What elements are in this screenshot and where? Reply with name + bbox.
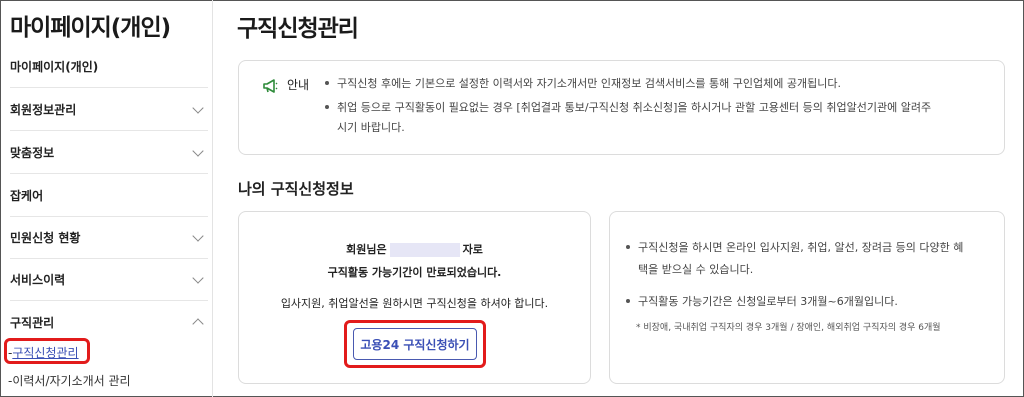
notice-line: 취업 등으로 구직활동이 필요없는 경우 [취업결과 통보/구직신청 취소신청]… [325, 98, 931, 118]
info-text: 구직활동 가능기간은 신청일로부터 3개월~6개월입니다. [638, 295, 898, 308]
status-line-1: 회원님은 자로 [239, 241, 590, 257]
status-line-3: 입사지원, 취업알선을 원하시면 구직신청을 하셔야 합니다. [280, 297, 549, 310]
info-line: 구직활동 가능기간은 신청일로부터 3개월~6개월입니다. [626, 292, 898, 312]
subitem-label: 구직신청관리 [12, 346, 79, 360]
notice-box: 안내 구직신청 후에는 기본으로 설정한 이력서와 자기소개서만 인재정보 검색… [238, 60, 1005, 155]
info-line: 구직신청을 하시면 온라인 입사지원, 취업, 알선, 장려금 등의 다양한 혜 [626, 238, 963, 258]
chevron-down-icon [192, 144, 204, 157]
notice-label: 안내 [287, 78, 310, 92]
sidebar-item-custom-info[interactable]: 맞춤정보 [10, 132, 208, 174]
info-note: * 비장애, 국내취업 구직자의 경우 3개월 / 장애인, 해외취업 구직자의… [636, 323, 941, 333]
sidebar: 마이페이지(개인) 마이페이지(개인) 회원정보관리 맞춤정보 잡케어 민원신청… [0, 0, 213, 397]
info-text: 구직신청을 하시면 온라인 입사지원, 취업, 알선, 장려금 등의 다양한 혜 [638, 241, 964, 254]
chevron-up-icon [192, 318, 204, 330]
chevron-down-icon [192, 271, 204, 284]
sidebar-item-job-management[interactable]: 구직관리 [10, 301, 208, 343]
status-suffix: 자로 [462, 243, 483, 256]
section-title: 나의 구직신청정보 [238, 180, 354, 198]
subitem-label: 이력서/자기소개서 관리 [12, 374, 131, 388]
chevron-down-icon [192, 229, 204, 242]
bullet-icon [325, 105, 329, 109]
job-application-button[interactable]: 고용24 구직신청하기 [353, 328, 477, 360]
notice-text: 구직신청 후에는 기본으로 설정한 이력서와 자기소개서만 인재정보 검색서비스… [337, 77, 841, 90]
info-card: 구직신청을 하시면 온라인 입사지원, 취업, 알선, 장려금 등의 다양한 혜… [609, 211, 1005, 384]
redacted-name [389, 243, 460, 257]
page-title: 구직신청관리 [237, 16, 359, 42]
sidebar-item-label: 서비스이력 [10, 273, 66, 287]
notice-line: 구직신청 후에는 기본으로 설정한 이력서와 자기소개서만 인재정보 검색서비스… [325, 74, 841, 94]
sidebar-item-member-info[interactable]: 회원정보관리 [10, 89, 208, 131]
sidebar-item-label: 잡케어 [10, 189, 44, 203]
chevron-down-icon [192, 101, 204, 114]
sidebar-item-label: 민원신청 현황 [10, 231, 81, 245]
sidebar-item-civil-status[interactable]: 민원신청 현황 [10, 217, 208, 259]
sidebar-item-label: 회원정보관리 [10, 103, 77, 117]
notice-line-continued: 시기 바랍니다. [337, 121, 405, 134]
sidebar-item-label: 맞춤정보 [10, 146, 55, 160]
info-line-continued: 택을 받으실 수 있습니다. [638, 263, 754, 276]
subitem-resume-management[interactable]: -이력서/자기소개서 관리 [8, 372, 131, 389]
bullet-icon [626, 245, 630, 249]
sidebar-item-label: 마이페이지(개인) [10, 60, 99, 74]
sidebar-title: 마이페이지(개인) [10, 15, 171, 41]
sidebar-item-service-history[interactable]: 서비스이력 [10, 259, 208, 301]
sidebar-item-label: 구직관리 [10, 315, 55, 330]
sidebar-item-jobcare[interactable]: 잡케어 [10, 175, 208, 217]
bullet-icon [325, 81, 329, 85]
sidebar-item-mypage[interactable]: 마이페이지(개인) [10, 46, 208, 88]
status-card: 회원님은 자로 구직활동 가능기간이 만료되었습니다. 입사지원, 취업알선을 원… [238, 211, 591, 384]
status-line-2: 구직활동 가능기간이 만료되었습니다. [327, 266, 502, 279]
status-prefix: 회원님은 [346, 243, 387, 256]
megaphone-icon [263, 78, 279, 97]
notice-text: 취업 등으로 구직활동이 필요없는 경우 [취업결과 통보/구직신청 취소신청]… [337, 101, 932, 114]
bullet-icon [626, 299, 630, 303]
subitem-job-application[interactable]: -구직신청관리 [8, 344, 79, 361]
